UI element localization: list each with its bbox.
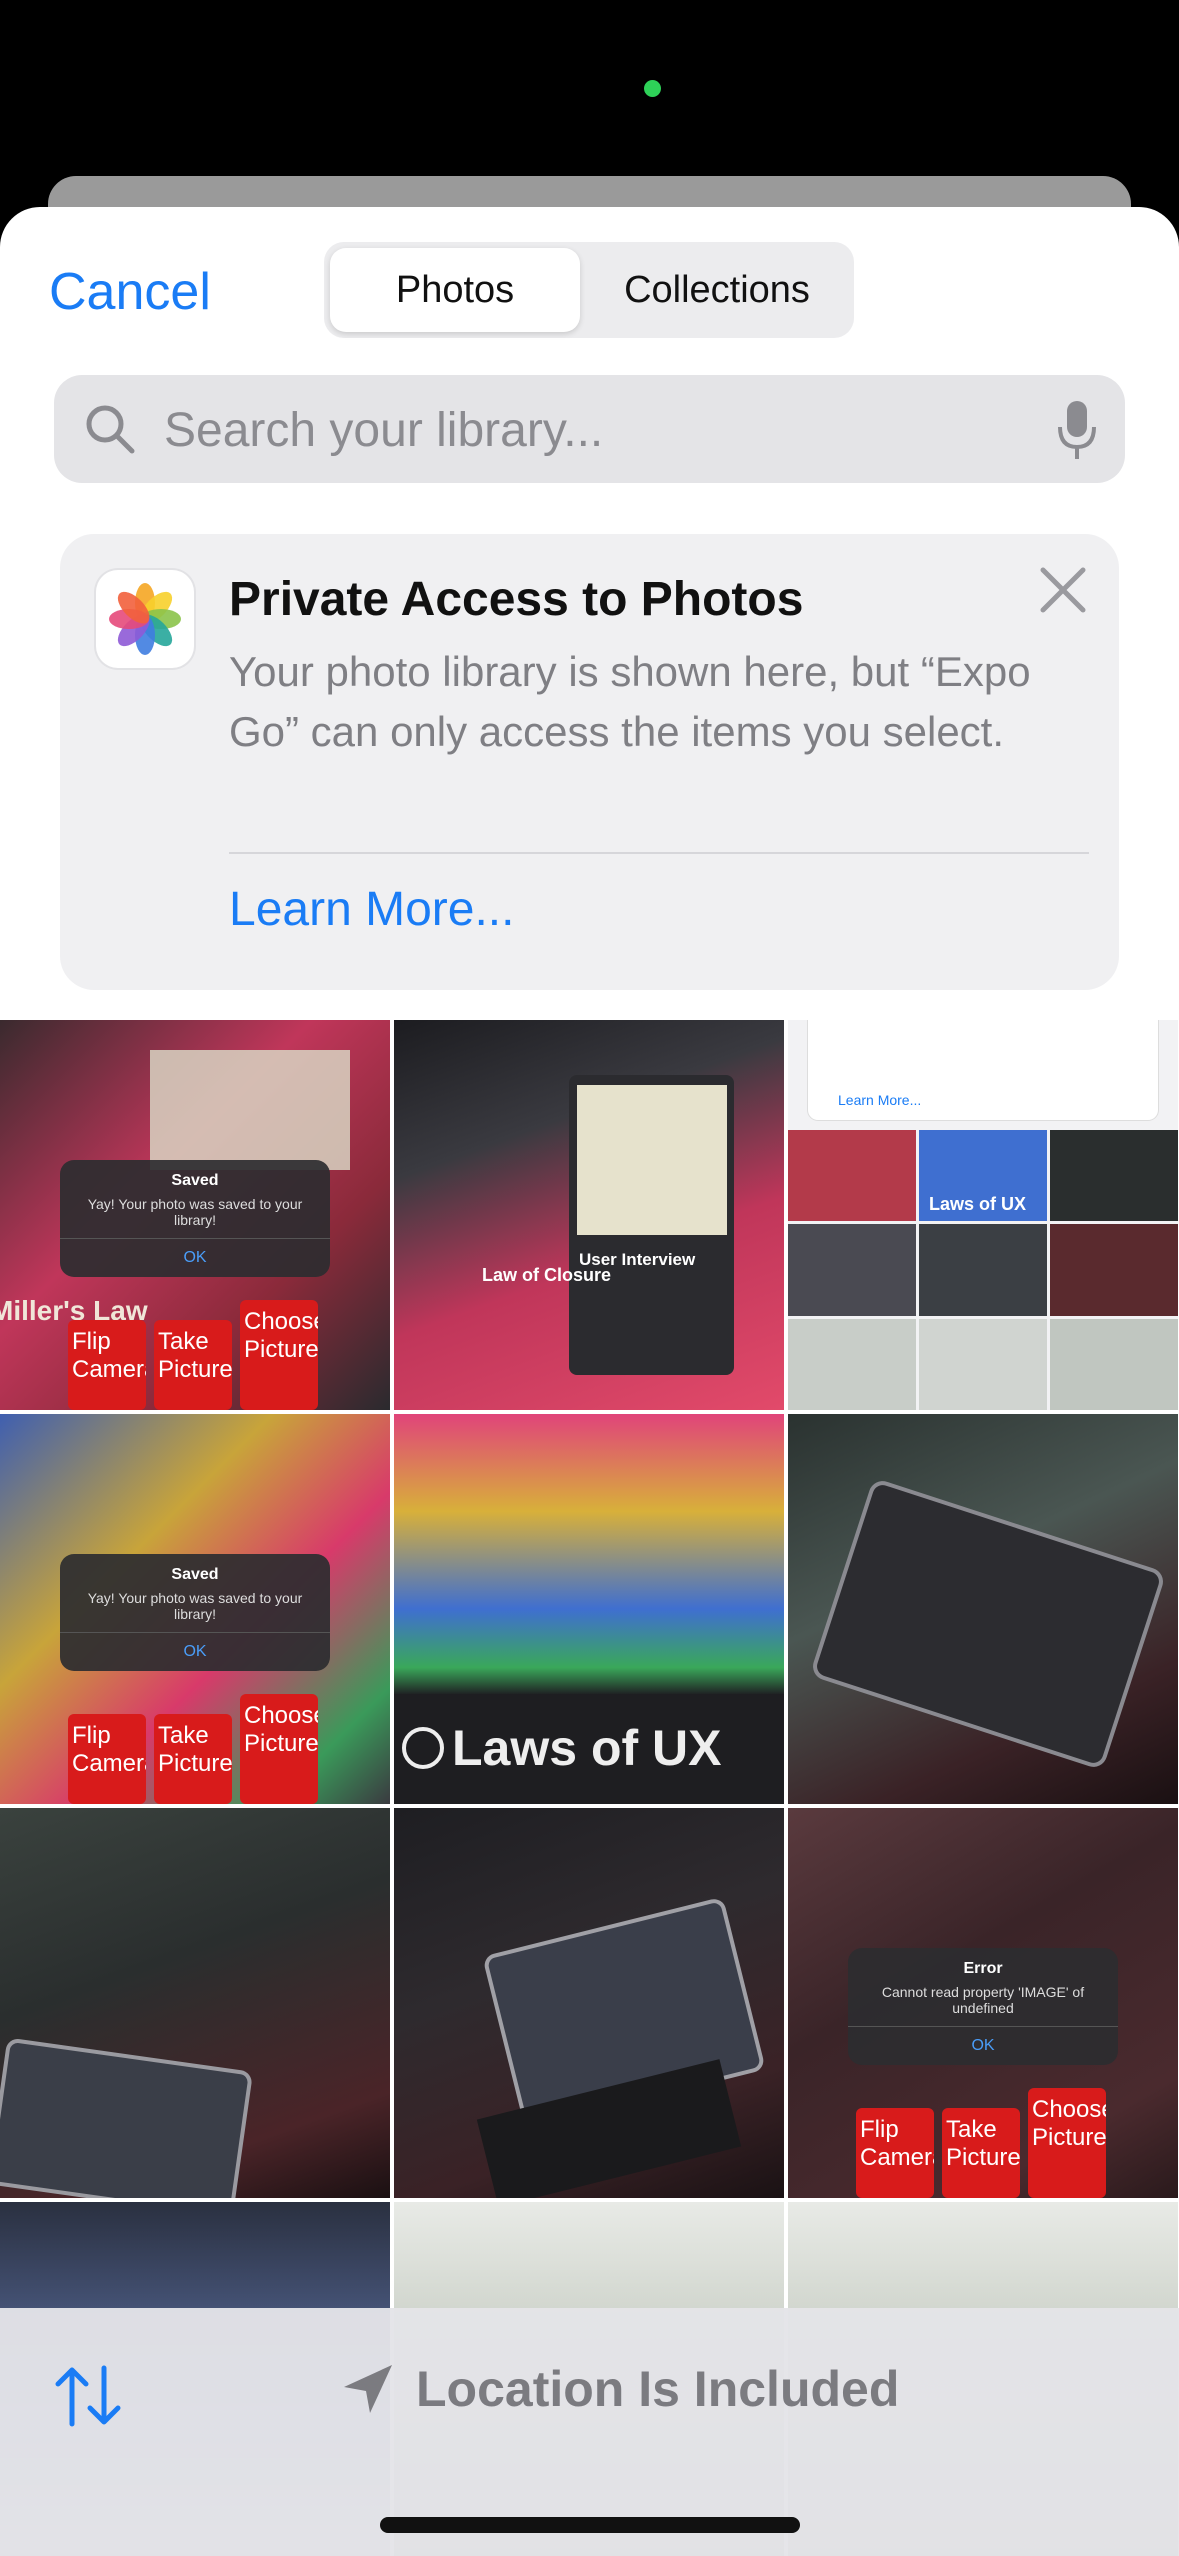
- photo-alert-title: Saved: [171, 1566, 219, 1583]
- photo-red-button: Flip Camera: [68, 1714, 146, 1804]
- photo-picker-sheet: Cancel Photos Collections Search your li…: [0, 207, 1179, 2556]
- close-icon[interactable]: [1037, 564, 1089, 616]
- card-description: Your photo library is shown here, but “E…: [229, 648, 1031, 755]
- search-bar[interactable]: Search your library...: [54, 375, 1125, 483]
- location-toggle[interactable]: Location Is Included: [340, 2360, 899, 2418]
- home-indicator[interactable]: [380, 2517, 800, 2533]
- learn-more-link[interactable]: Learn More...: [229, 882, 514, 937]
- segmented-control: Photos Collections: [324, 242, 854, 338]
- photo-alert-title: Error: [963, 1960, 1003, 1977]
- photo-card-graphic: [150, 1050, 350, 1170]
- mini-thumb: [1050, 1130, 1178, 1222]
- mini-thumb: [919, 1318, 1047, 1410]
- photo-alert-message: Cannot read property 'IMAGE' of undefine…: [881, 1984, 1085, 2016]
- photo-alert-message: Yay! Your photo was saved to your librar…: [87, 1590, 303, 1622]
- search-input[interactable]: Search your library...: [164, 403, 603, 458]
- laws-of-ux-icon: [402, 1727, 444, 1769]
- mini-thumb: [788, 1318, 916, 1410]
- photo-red-button: Choose Picture: [240, 1300, 318, 1410]
- photo-caption: Law of Closure: [482, 1265, 612, 1285]
- photo-alert-ok: OK: [60, 1632, 330, 1671]
- screenshot-mini-grid: Laws of UX: [788, 1130, 1178, 1410]
- photo-red-button: Flip Camera: [856, 2108, 934, 2198]
- photo-thumbnail[interactable]: [788, 1414, 1178, 1804]
- screenshot-card: Learn More...: [808, 1020, 1158, 1120]
- location-arrow-icon: [344, 2365, 392, 2413]
- photo-card-graphic: User Interview: [569, 1075, 734, 1375]
- photo-thumbnail[interactable]: User Interview Law of Closure: [394, 1020, 784, 1410]
- sort-arrows-icon[interactable]: [52, 2360, 124, 2432]
- photo-alert: Saved Yay! Your photo was saved to your …: [60, 1160, 330, 1277]
- mini-thumb: Laws of UX: [919, 1130, 1047, 1222]
- photo-card-grid: [577, 1085, 727, 1235]
- photo-red-button: Take Picture: [154, 1320, 232, 1410]
- location-label: Location Is Included: [416, 2361, 900, 2417]
- tab-collections[interactable]: Collections: [586, 248, 848, 332]
- private-access-card: Private Access to Photos Your photo libr…: [60, 534, 1119, 990]
- photo-red-button: Take Picture: [154, 1714, 232, 1804]
- photo-red-button: Choose Picture: [1028, 2088, 1106, 2198]
- photo-alert: Saved Yay! Your photo was saved to your …: [60, 1554, 330, 1671]
- search-icon: [86, 405, 135, 454]
- photos-app-icon: [96, 570, 194, 668]
- photo-thumbnail[interactable]: [0, 1808, 390, 2198]
- camera-indicator-dot: [644, 80, 661, 97]
- laws-of-ux-title: Laws of UX: [452, 1720, 722, 1776]
- mini-thumb: [1050, 1224, 1178, 1316]
- photo-red-button: Choose Picture: [240, 1694, 318, 1804]
- photo-thumbnail[interactable]: [394, 1808, 784, 2198]
- photo-alert-title: Saved: [171, 1172, 219, 1189]
- mini-thumb: [788, 1224, 916, 1316]
- photo-alert: Error Cannot read property 'IMAGE' of un…: [848, 1948, 1118, 2065]
- photo-alert-ok: OK: [60, 1238, 330, 1277]
- laptop-screen: [0, 2041, 249, 2198]
- divider: [229, 852, 1089, 854]
- photo-thumbnail[interactable]: Laws of UX: [394, 1414, 784, 1804]
- mini-thumb: [919, 1224, 1047, 1316]
- photo-red-button: Take Picture: [942, 2108, 1020, 2198]
- photo-alert-ok: OK: [848, 2026, 1118, 2065]
- photo-thumbnail[interactable]: Saved Yay! Your photo was saved to your …: [0, 1020, 390, 1410]
- microphone-icon[interactable]: [1057, 399, 1097, 461]
- mini-thumb: [788, 1130, 916, 1222]
- card-title: Private Access to Photos: [229, 573, 804, 626]
- photo-alert-message: Yay! Your photo was saved to your librar…: [87, 1196, 303, 1228]
- photo-thumbnail[interactable]: Learn More... Laws of UX: [788, 1020, 1178, 1410]
- mini-thumb: [1050, 1318, 1178, 1410]
- tab-photos[interactable]: Photos: [330, 248, 580, 332]
- cancel-button[interactable]: Cancel: [49, 262, 211, 322]
- screenshot-link: Learn More...: [838, 1092, 922, 1108]
- photo-thumbnail[interactable]: Error Cannot read property 'IMAGE' of un…: [788, 1808, 1178, 2198]
- mini-thumb-title: Laws of UX: [929, 1194, 1027, 1215]
- laws-of-ux-logo: Laws of UX: [402, 1719, 721, 1777]
- laptop-screen: [814, 1482, 1162, 1766]
- photo-red-button: Flip Camera: [68, 1320, 146, 1410]
- photo-thumbnail[interactable]: Saved Yay! Your photo was saved to your …: [0, 1414, 390, 1804]
